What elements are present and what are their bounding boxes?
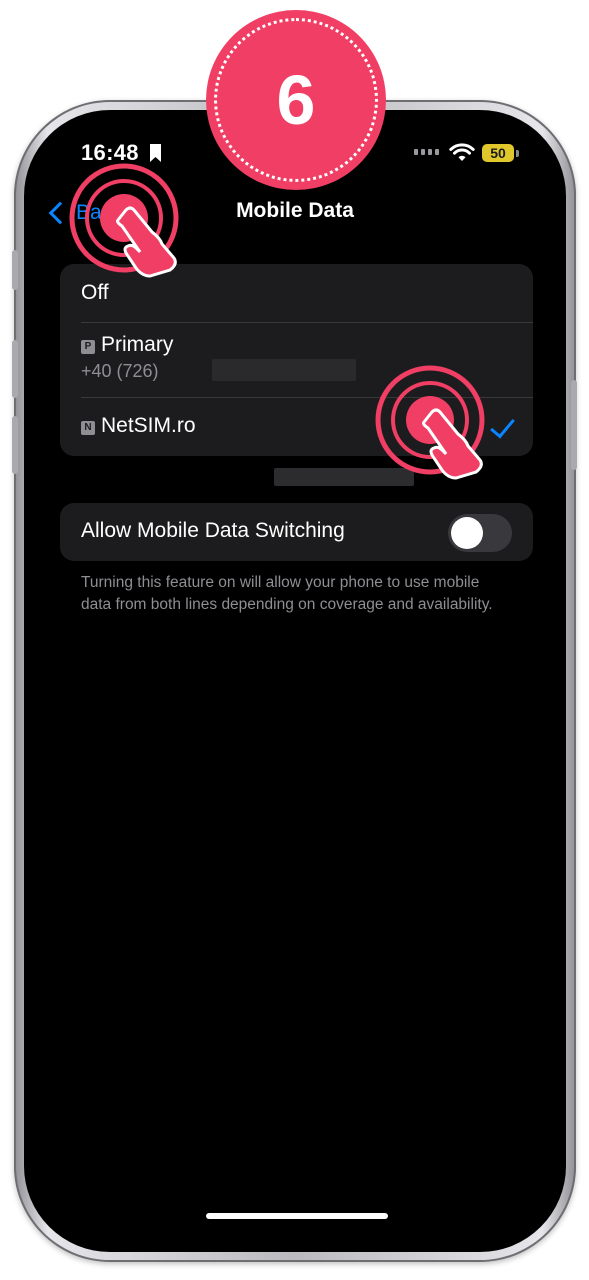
- home-indicator[interactable]: [206, 1213, 388, 1219]
- redacted-number: [212, 359, 356, 381]
- power-button: [571, 380, 577, 470]
- primary-phone-number: +40 (726): [81, 361, 159, 381]
- data-switching-label: Allow Mobile Data Switching: [81, 519, 345, 542]
- sim-badge-icon: N: [81, 421, 95, 435]
- step-number-badge: 6: [210, 14, 382, 186]
- option-netsim-label: NetSIM.ro: [101, 414, 196, 437]
- sim-badge-icon: P: [81, 340, 95, 354]
- option-netsim-title: N NetSIM.ro: [81, 414, 196, 438]
- data-switching-row: Allow Mobile Data Switching: [60, 503, 533, 561]
- battery-cap: [516, 150, 519, 157]
- tap-hand-icon: [375, 365, 485, 480]
- data-switching-toggle[interactable]: [448, 514, 512, 552]
- tutorial-stage: 16:48 50 Back Mobile Data Off PPrimary: [0, 0, 589, 1280]
- phone-screen: 16:48 50 Back Mobile Data Off PPrimary: [24, 110, 566, 1252]
- checkmark-icon: [490, 412, 515, 439]
- battery-icon: 50: [482, 144, 514, 162]
- volume-down-button: [12, 416, 18, 474]
- tap-hand-icon: [69, 163, 179, 278]
- wifi-icon: [449, 143, 475, 161]
- toggle-knob: [451, 517, 483, 549]
- option-primary-title: P Primary: [81, 333, 173, 357]
- volume-up-button: [12, 340, 18, 398]
- cellular-signal-icon: [414, 149, 439, 155]
- option-off-label: Off: [81, 281, 109, 304]
- option-primary-label: Primary: [101, 333, 174, 356]
- data-switching-footnote: Turning this feature on will allow your …: [81, 574, 493, 613]
- action-button: [12, 250, 18, 290]
